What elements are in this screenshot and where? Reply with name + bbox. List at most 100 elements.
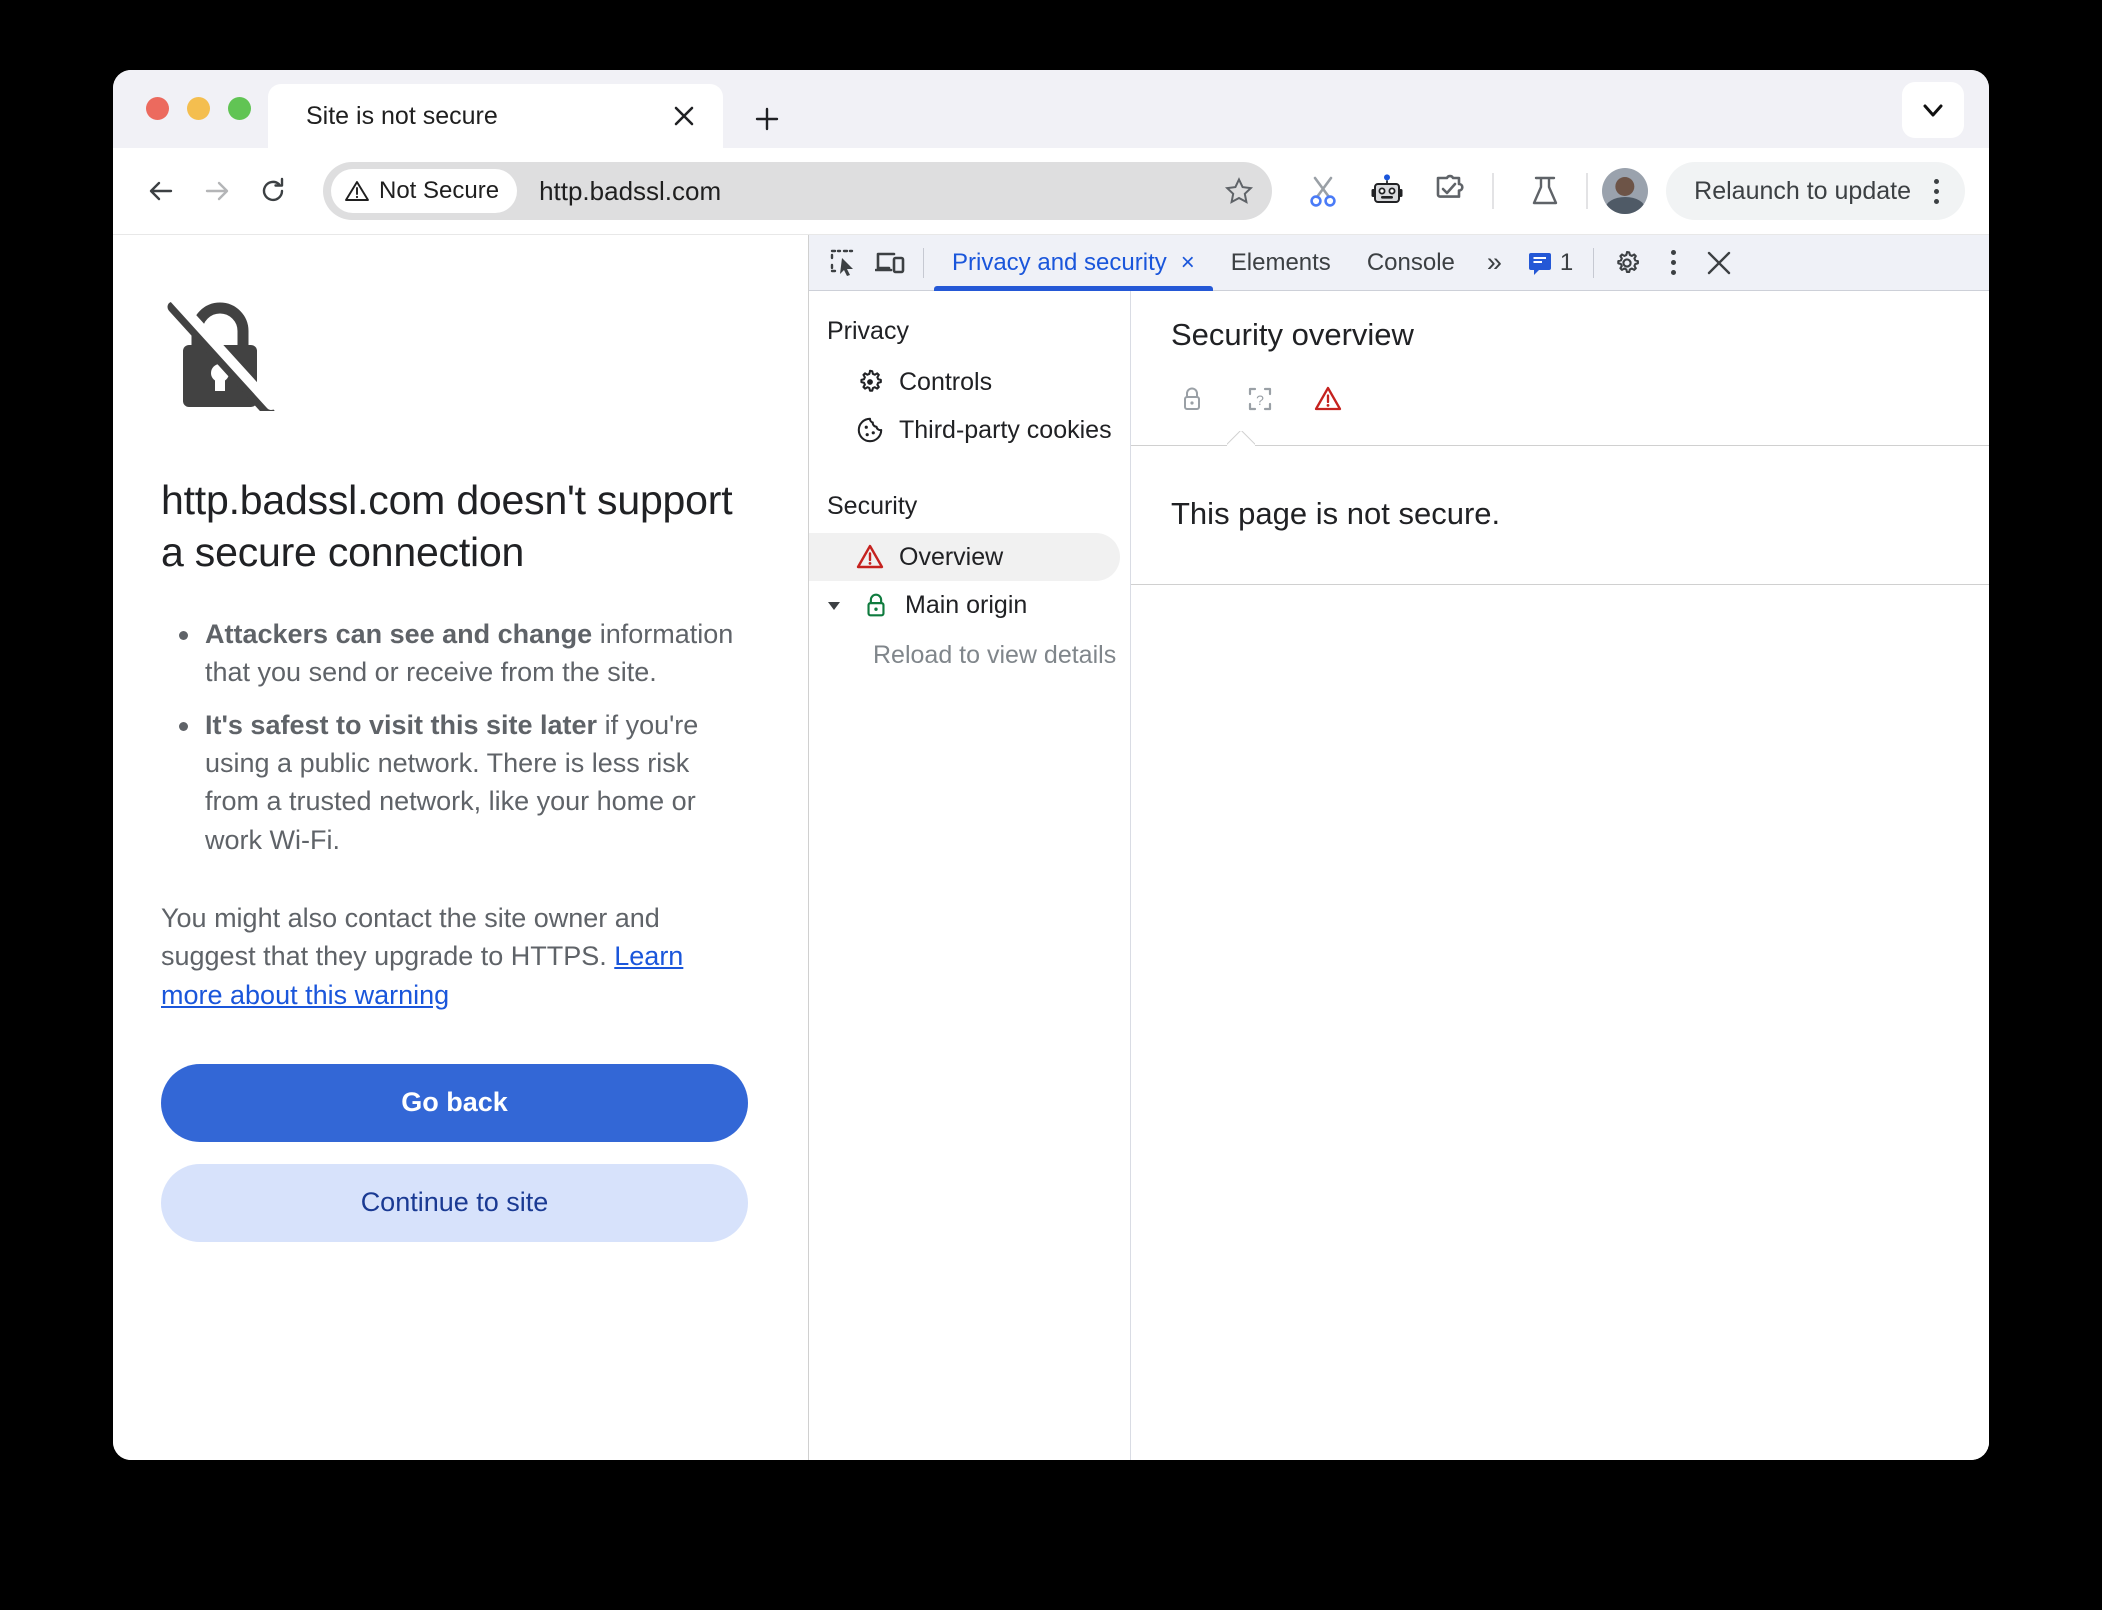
security-statement: This page is not secure. (1171, 496, 1501, 531)
forward-button[interactable] (189, 163, 245, 219)
statement-divider (1131, 584, 1989, 585)
broken-lock-icon (161, 292, 748, 421)
tab-close-icon[interactable] (667, 99, 701, 133)
toolbar-divider-2 (1586, 173, 1589, 209)
avatar-body (1605, 196, 1645, 214)
svg-text:?: ? (1256, 392, 1264, 408)
warning-bullet-list: Attackers can see and change information… (161, 615, 748, 859)
minimize-window-button[interactable] (187, 97, 210, 120)
browser-toolbar: Not Secure http.badssl.com Relaunch to u… (113, 148, 1989, 234)
tab-search-button[interactable] (1902, 82, 1964, 138)
reload-icon (262, 177, 284, 202)
bullet-bold-text: Attackers can see and change (205, 618, 593, 649)
relaunch-label: Relaunch to update (1694, 176, 1911, 205)
browser-window: Site is not secure Not Secure http.badss… (113, 70, 1989, 1460)
window-content: http.badssl.com doesn't support a secure… (113, 234, 1989, 1460)
green-lock-icon (861, 590, 891, 620)
devtools-menu-icon[interactable] (1650, 241, 1696, 285)
security-badge-label: Not Secure (379, 177, 500, 204)
flask-icon[interactable] (1518, 164, 1572, 218)
sidebar-item-third-party-cookies[interactable]: Third-party cookies (809, 406, 1120, 454)
forward-arrow-icon (205, 181, 229, 201)
url-text: http.badssl.com (539, 175, 722, 206)
warning-triangle-icon (345, 181, 369, 201)
window-traffic-lights (146, 97, 251, 120)
chips-divider (1131, 445, 1989, 446)
expand-caret-icon[interactable] (821, 595, 847, 615)
tab-label: Privacy and security (952, 248, 1167, 276)
more-tabs-button[interactable]: » (1473, 247, 1516, 278)
split-tab-icon[interactable] (1296, 164, 1350, 218)
devtools-body: Privacy Controls Third-party cookies Sec… (809, 291, 1989, 1460)
privacy-section-header: Privacy (827, 317, 909, 345)
devtools-panel: Privacy and security × Elements Console … (808, 235, 1989, 1460)
avatar-head (1615, 176, 1635, 197)
gear-icon[interactable] (1604, 241, 1650, 285)
devtools-sidebar: Privacy Controls Third-party cookies Sec… (809, 291, 1131, 1460)
sidebar-item-main-origin[interactable]: Main origin (809, 581, 1120, 629)
sidebar-item-label: Controls (899, 367, 993, 396)
back-button[interactable] (133, 163, 189, 219)
reload-button[interactable] (245, 163, 301, 219)
sidebar-item-label: Main origin (905, 590, 1028, 619)
warning-triangle-icon[interactable] (1309, 380, 1347, 418)
issues-count: 1 (1559, 248, 1574, 276)
tab-label: Elements (1230, 248, 1331, 276)
security-section-header: Security (827, 492, 918, 520)
maximize-window-button[interactable] (228, 97, 251, 120)
contact-owner-paragraph: You might also contact the site owner an… (161, 899, 748, 1014)
relaunch-to-update-button[interactable]: Relaunch to update (1666, 162, 1965, 220)
sidebar-item-controls[interactable]: Controls (809, 358, 1120, 406)
lock-icon[interactable] (1173, 380, 1211, 418)
browser-tab[interactable]: Site is not secure (268, 84, 723, 148)
bookmark-star-icon[interactable] (1216, 168, 1262, 214)
chevron-down-icon (1923, 104, 1943, 117)
issues-counter[interactable]: 1 (1516, 249, 1583, 277)
security-overview-title: Security overview (1171, 317, 1414, 352)
browser-menu-icon[interactable] (1919, 171, 1953, 211)
continue-to-site-button[interactable]: Continue to site (161, 1163, 748, 1242)
security-interstitial-page: http.badssl.com doesn't support a secure… (113, 235, 808, 1460)
tab-elements[interactable]: Elements (1213, 235, 1349, 291)
sidebar-item-label: Third-party cookies (899, 415, 1112, 444)
sidebar-item-overview[interactable]: Overview (809, 533, 1120, 581)
devtools-toolbar-divider-2 (1593, 247, 1595, 278)
close-window-button[interactable] (146, 97, 169, 120)
paragraph-text: You might also contact the site owner an… (161, 902, 660, 972)
devtools-toolbar-divider (923, 247, 924, 278)
back-arrow-icon (149, 181, 173, 201)
list-item: Attackers can see and change information… (161, 615, 748, 692)
toolbar-divider (1492, 173, 1495, 209)
gear-icon (855, 367, 885, 397)
tab-strip: Site is not secure (113, 70, 1989, 148)
tab-label: Console (1366, 248, 1455, 276)
new-tab-button[interactable] (748, 100, 786, 138)
site-security-badge[interactable]: Not Secure (331, 169, 518, 213)
warning-triangle-icon (855, 542, 885, 572)
reload-hint: Reload to view details (873, 641, 1117, 669)
tab-privacy-and-security[interactable]: Privacy and security × (934, 235, 1213, 291)
bullet-bold-text: It's safest to visit this site later (205, 709, 598, 740)
device-toolbar-icon[interactable] (867, 241, 913, 285)
unknown-certificate-icon[interactable]: ? (1241, 380, 1279, 418)
issues-icon (1528, 252, 1551, 275)
sidebar-item-label: Overview (899, 542, 1004, 571)
address-bar[interactable]: Not Secure http.badssl.com (323, 162, 1273, 220)
avatar[interactable] (1602, 168, 1649, 214)
security-state-chips: ? (1131, 375, 1989, 423)
tab-close-icon[interactable]: × (1181, 249, 1195, 277)
selected-chip-caret (1227, 431, 1255, 446)
cookie-icon (855, 415, 885, 445)
security-overview-panel: Security overview ? This page is not sec… (1131, 291, 1989, 1460)
go-back-button[interactable]: Go back (161, 1063, 748, 1142)
page-title: http.badssl.com doesn't support a secure… (161, 477, 733, 576)
tab-title: Site is not secure (306, 101, 498, 130)
tab-console[interactable]: Console (1349, 235, 1473, 291)
extension-puzzle-icon[interactable] (1424, 164, 1478, 218)
inspect-element-icon[interactable] (821, 241, 867, 285)
robot-icon[interactable] (1360, 164, 1414, 218)
list-item: It's safest to visit this site later if … (161, 706, 748, 859)
devtools-toolbar: Privacy and security × Elements Console … (809, 235, 1989, 291)
close-devtools-icon[interactable] (1696, 241, 1742, 285)
